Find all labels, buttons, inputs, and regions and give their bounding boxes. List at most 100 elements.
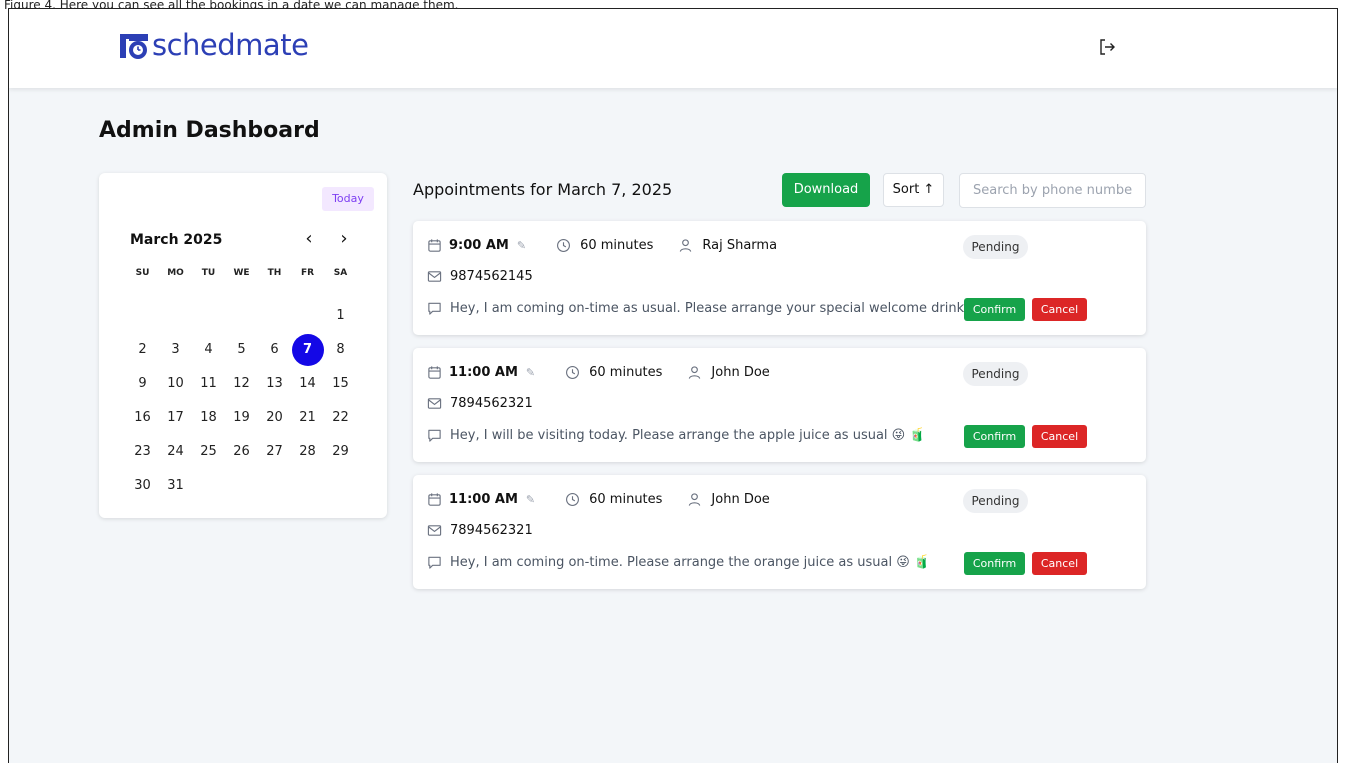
calendar-day-number: 19 [233,410,250,425]
weekday-label: SU [135,268,150,278]
calendar-empty-cell [192,300,225,332]
appointment-duration: 60 minutes [589,364,663,380]
today-button[interactable]: Today [322,187,374,211]
calendar-day[interactable]: 15 [324,368,357,400]
calendar-day[interactable]: 30 [126,470,159,502]
sort-button[interactable]: Sort ↑ [883,173,944,207]
cancel-button[interactable]: Cancel [1032,552,1087,575]
message-row: Hey, I will be visiting today. Please ar… [427,428,926,443]
calendar-day[interactable]: 8 [324,334,357,366]
mail-icon [427,523,442,538]
download-button[interactable]: Download [782,173,870,207]
calendar-day[interactable]: 6 [258,334,291,366]
calendar-day[interactable]: 2 [126,334,159,366]
confirm-button[interactable]: Confirm [964,425,1025,448]
customer-name: John Doe [711,491,770,507]
calendar-day[interactable]: 29 [324,436,357,468]
pencil-icon[interactable]: ✎ [526,493,535,506]
calendar-day[interactable]: 3 [159,334,192,366]
calendar-day[interactable]: 27 [258,436,291,468]
confirm-button[interactable]: Confirm [964,298,1025,321]
appointments-title: Appointments for March 7, 2025 [413,180,673,199]
calendar-day[interactable]: 10 [159,368,192,400]
phone-row: 9874562145 [427,269,533,284]
confirm-button[interactable]: Confirm [964,552,1025,575]
calendar-day-number: 11 [200,376,217,391]
calendar-day[interactable]: 17 [159,402,192,434]
calendar-day[interactable]: 31 [159,470,192,502]
calendar-day[interactable]: 1 [324,300,357,332]
pencil-icon[interactable]: ✎ [526,366,535,379]
weekday-label: TU [201,268,216,278]
weekday-label: MO [167,268,184,278]
user-icon [687,492,702,507]
calendar-day-number: 27 [266,444,283,459]
calendar-day[interactable]: 26 [225,436,258,468]
appointment-duration: 60 minutes [589,491,663,507]
calendar-day[interactable]: 13 [258,368,291,400]
appointment-card: 11:00 AM ✎ 60 minutes John Doe 7894562321 Hey… [413,475,1146,589]
app-window: schedmate Admin Dashboard Today March 20… [8,8,1338,763]
cancel-button[interactable]: Cancel [1032,298,1087,321]
clock-icon [565,365,580,380]
appointment-time: 9:00 AM [449,237,509,253]
weekday-label: WE [233,268,250,278]
customer-phone: 7894562321 [450,396,533,411]
calendar-day-selected[interactable]: 7 [291,334,324,366]
appointment-header-row: 11:00 AM ✎ 60 minutes John Doe [427,363,770,381]
customer-name: Raj Sharma [702,237,778,253]
calendar-day[interactable]: 12 [225,368,258,400]
appointment-header-row: 9:00 AM ✎ 60 minutes Raj Sharma [427,236,777,254]
chevron-left-icon[interactable]: ‹ [299,229,319,249]
calendar-day-number: 26 [233,444,250,459]
calendar-day-number: 22 [332,410,349,425]
calendar-day-number: 8 [336,342,345,357]
logout-icon[interactable] [1097,37,1117,57]
calendar-day[interactable]: 28 [291,436,324,468]
status-badge: Pending [963,489,1028,513]
calendar-day[interactable]: 11 [192,368,225,400]
user-icon [678,238,693,253]
calendar-icon [427,492,442,507]
customer-message: Hey, I am coming on-time. Please arrange… [450,555,931,570]
cancel-button[interactable]: Cancel [1032,425,1087,448]
calendar-day[interactable]: 23 [126,436,159,468]
customer-message: Hey, I will be visiting today. Please ar… [450,428,926,443]
calendar-day[interactable]: 4 [192,334,225,366]
calendar-day[interactable]: 20 [258,402,291,434]
calendar-day[interactable]: 16 [126,402,159,434]
calendar-day-number: 31 [167,478,184,493]
mail-icon [427,269,442,284]
calendar-empty-cell [258,300,291,332]
calendar-day-number: 20 [266,410,283,425]
calendar-day[interactable]: 14 [291,368,324,400]
calendar-day[interactable]: 18 [192,402,225,434]
mail-icon [427,396,442,411]
calendar-day-number: 10 [167,376,184,391]
calendar-day-number: 28 [299,444,316,459]
calendar-day-number: 5 [237,342,246,357]
calendar-day[interactable]: 9 [126,368,159,400]
pencil-icon[interactable]: ✎ [517,239,526,252]
calendar-day[interactable]: 24 [159,436,192,468]
appointment-card: 9:00 AM ✎ 60 minutes Raj Sharma 9874562145 He… [413,221,1146,335]
calendar-empty-cell [291,300,324,332]
customer-name: John Doe [711,364,770,380]
calendar-day-number: 3 [171,342,180,357]
calendar-day-number: 4 [204,342,213,357]
calendar-empty-cell [225,300,258,332]
calendar-empty-cell [126,300,159,332]
chevron-right-icon[interactable]: › [334,229,354,249]
message-icon [427,555,442,570]
calendar-day-number: 29 [332,444,349,459]
calendar-day-number: 13 [266,376,283,391]
search-input[interactable] [959,173,1146,208]
calendar-day[interactable]: 21 [291,402,324,434]
calendar-day[interactable]: 22 [324,402,357,434]
logo-icon [120,34,148,59]
calendar-day-number: 12 [233,376,250,391]
calendar-day[interactable]: 19 [225,402,258,434]
app-logo[interactable]: schedmate [117,28,309,62]
calendar-day[interactable]: 5 [225,334,258,366]
calendar-day[interactable]: 25 [192,436,225,468]
